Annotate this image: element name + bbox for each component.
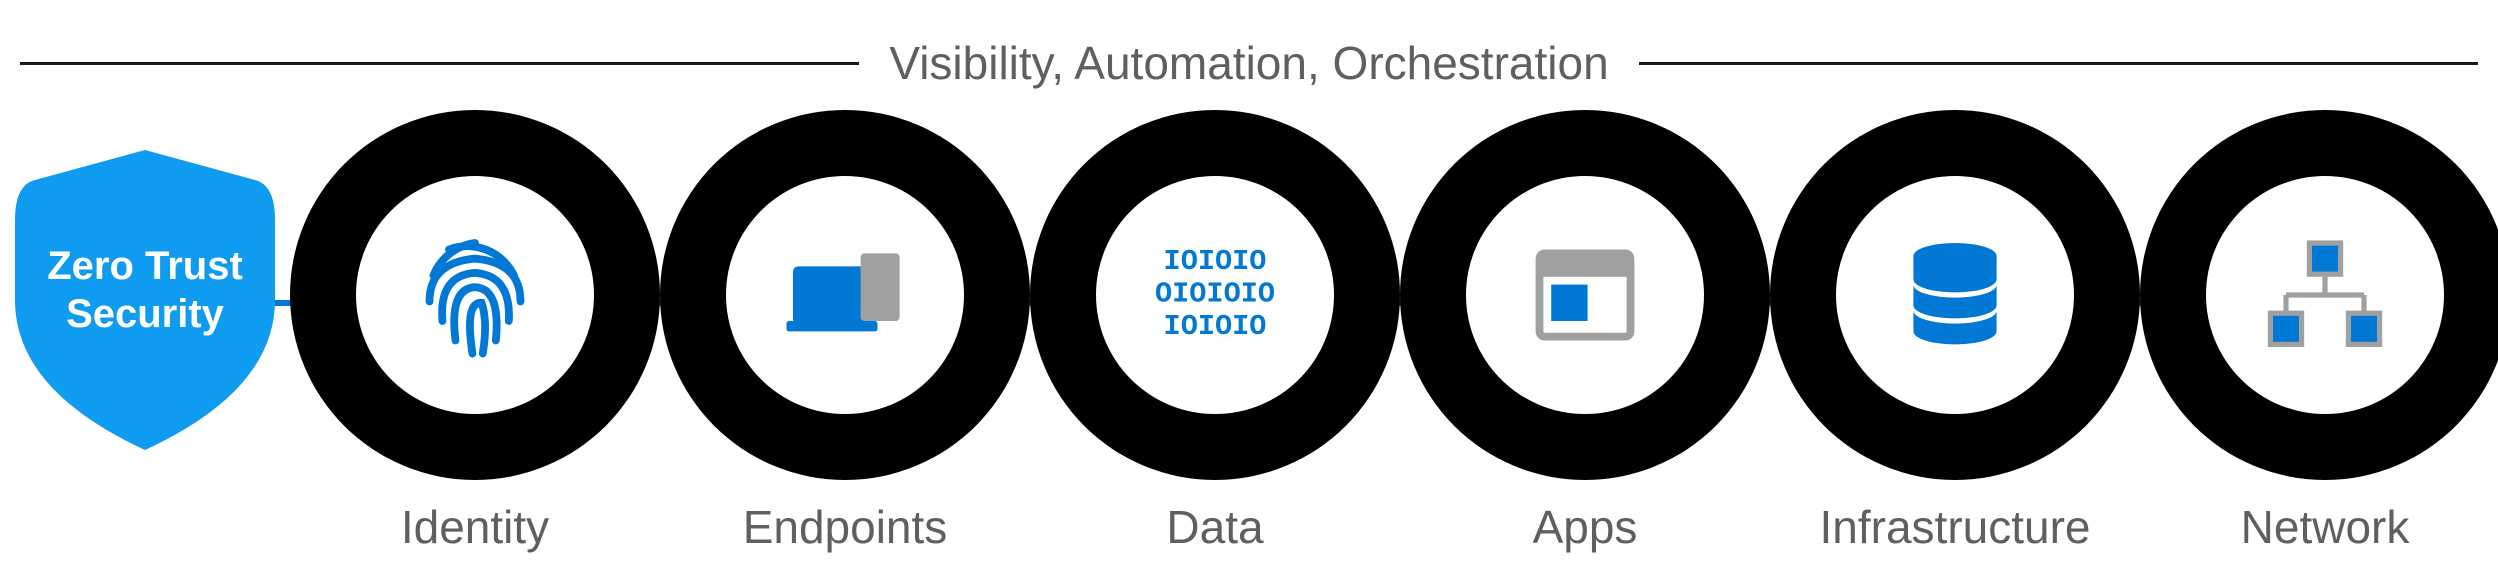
pillar-ring (1400, 110, 1770, 480)
database-icon (1890, 230, 2020, 360)
network-icon (2260, 230, 2390, 360)
pillars-row: Identity Endpoints IOIOIO OIOIOIO IOIOIO (290, 110, 2478, 554)
svg-text:IOIOIO: IOIOIO (1164, 245, 1267, 278)
svg-text:OIOIOIO: OIOIOIO (1155, 278, 1275, 311)
pillar-infrastructure: Infrastructure (1770, 110, 2140, 554)
binary-data-icon: IOIOIO OIOIOIO IOIOIO (1150, 230, 1280, 360)
pillar-inner: IOIOIO OIOIOIO IOIOIO (1096, 176, 1334, 414)
pillar-label: Data (1166, 500, 1263, 554)
header-section: Visibility, Automation, Orchestration (20, 36, 2478, 90)
pillar-inner (726, 176, 964, 414)
pillar-ring (660, 110, 1030, 480)
pillar-apps: Apps (1400, 110, 1770, 554)
pillar-inner (1836, 176, 2074, 414)
pillar-label: Endpoints (743, 500, 948, 554)
pillar-ring (290, 110, 660, 480)
devices-icon (780, 230, 910, 360)
header-rule-left (20, 62, 859, 65)
fingerprint-icon (410, 230, 540, 360)
pillar-ring: IOIOIO OIOIOIO IOIOIO (1030, 110, 1400, 480)
pillar-network: Network (2140, 110, 2498, 554)
svg-text:IOIOIO: IOIOIO (1164, 310, 1267, 343)
pillar-inner (2206, 176, 2444, 414)
pillar-ring (1770, 110, 2140, 480)
pillar-inner (356, 176, 594, 414)
pillar-endpoints: Endpoints (660, 110, 1030, 554)
header-rule-right (1639, 62, 2478, 65)
pillar-identity: Identity (290, 110, 660, 554)
header-title: Visibility, Automation, Orchestration (889, 36, 1608, 90)
pillar-label: Network (2241, 500, 2410, 554)
pillar-label: Infrastructure (1820, 500, 2091, 554)
pillar-label: Apps (1533, 500, 1638, 554)
pillar-data: IOIOIO OIOIOIO IOIOIO Data (1030, 110, 1400, 554)
pillar-label: Identity (401, 500, 549, 554)
app-window-icon (1520, 230, 1650, 360)
pillar-inner (1466, 176, 1704, 414)
shield-label: Zero Trust Security (47, 242, 243, 338)
zero-trust-shield: Zero Trust Security (15, 150, 275, 450)
pillar-ring (2140, 110, 2498, 480)
